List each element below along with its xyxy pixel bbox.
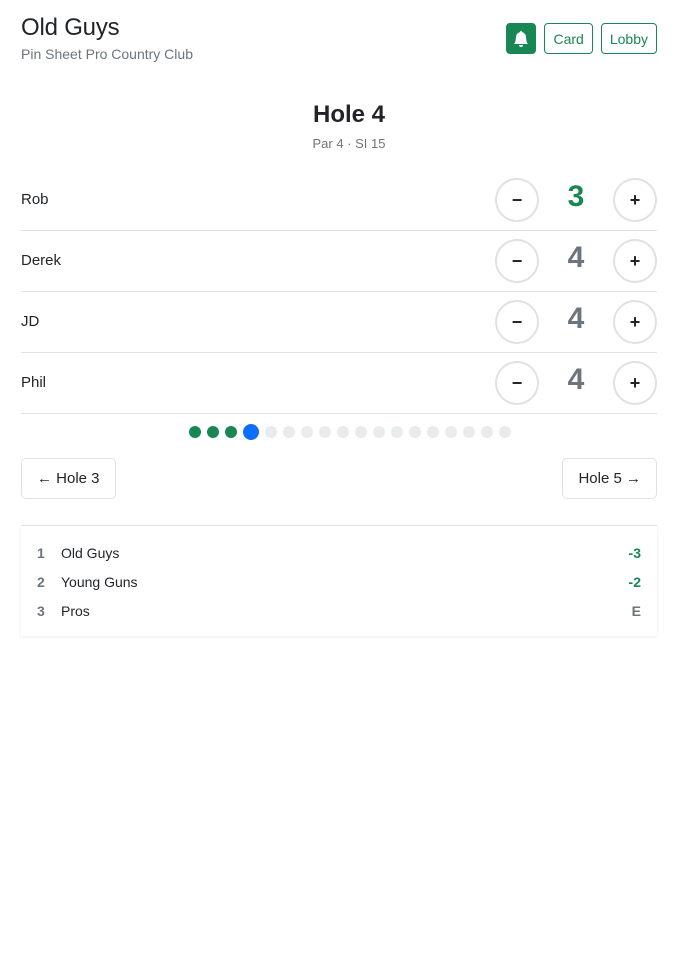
hole-dot[interactable] [499,426,511,438]
player-score: 3 [567,180,585,213]
hole-dot[interactable] [225,426,237,438]
notifications-button[interactable] [506,23,537,54]
leaderboard-team: Young Guns [61,574,138,590]
card-button[interactable]: Card [544,23,593,54]
hole-dot[interactable] [445,426,457,438]
increment-button[interactable]: + [613,300,657,344]
decrement-button[interactable]: − [495,178,539,222]
player-score: 4 [567,363,585,396]
hole-dot[interactable] [301,426,313,438]
hole-dot[interactable] [409,426,421,438]
hole-dot[interactable] [463,426,475,438]
hole-title: Hole 4 [312,101,386,128]
hole-dot[interactable] [373,426,385,438]
player-row: Derek − 4 + [21,231,657,292]
hole-dot[interactable] [427,426,439,438]
hole-dot[interactable] [207,426,219,438]
hole-dot-current[interactable] [243,424,259,440]
player-name: Phil [21,374,47,391]
score-stepper: − 4 + [495,239,657,283]
player-score: 4 [567,241,585,274]
score-stepper: − 4 + [495,361,657,405]
increment-button[interactable]: + [613,178,657,222]
leaderboard-team: Pros [61,603,90,619]
leaderboard-team: Old Guys [61,545,120,561]
player-name: JD [21,313,40,330]
hole-dot[interactable] [189,426,201,438]
hole-dot[interactable] [319,426,331,438]
team-name: Old Guys [21,14,120,41]
leaderboard-rank: 1 [37,545,45,561]
course-name: Pin Sheet Pro Country Club [21,46,193,62]
leaderboard-row[interactable]: 2 Young Guns -2 [37,574,641,594]
player-list: Rob − 3 + Derek − 4 + JD − 4 + Phil − 4 … [21,170,657,414]
hole-subtitle: Par 4 · SI 15 [312,136,386,151]
player-row: JD − 4 + [21,292,657,353]
leaderboard: 1 Old Guys -3 2 Young Guns -2 3 Pros E [21,525,657,636]
hole-dot[interactable] [283,426,295,438]
increment-button[interactable]: + [613,361,657,405]
bell-icon [514,30,529,47]
score-stepper: − 3 + [495,178,657,222]
leaderboard-score: -3 [628,545,641,561]
decrement-button[interactable]: − [495,239,539,283]
header: Old Guys Pin Sheet Pro Country Club Card… [21,14,657,64]
player-row: Rob − 3 + [21,170,657,231]
player-name: Rob [21,191,49,208]
leaderboard-rank: 2 [37,574,45,590]
leaderboard-row[interactable]: 3 Pros E [37,603,641,623]
decrement-button[interactable]: − [495,300,539,344]
hole-dot[interactable] [391,426,403,438]
hole-dot[interactable] [481,426,493,438]
decrement-button[interactable]: − [495,361,539,405]
score-stepper: − 4 + [495,300,657,344]
player-score: 4 [567,302,585,335]
leaderboard-row[interactable]: 1 Old Guys -3 [37,545,641,565]
hole-dot[interactable] [265,426,277,438]
leaderboard-score: -2 [628,574,641,590]
header-actions: Card Lobby [506,23,657,54]
hole-progress-dots [0,424,698,440]
next-hole-button[interactable]: Hole 5 → [562,458,657,499]
player-name: Derek [21,252,62,269]
prev-hole-button[interactable]: ← Hole 3 [21,458,116,499]
leaderboard-score: E [631,603,641,619]
player-row: Phil − 4 + [21,353,657,414]
lobby-button[interactable]: Lobby [600,23,657,54]
hole-dot[interactable] [355,426,367,438]
hole-dot[interactable] [337,426,349,438]
leaderboard-rank: 3 [37,603,45,619]
increment-button[interactable]: + [613,239,657,283]
